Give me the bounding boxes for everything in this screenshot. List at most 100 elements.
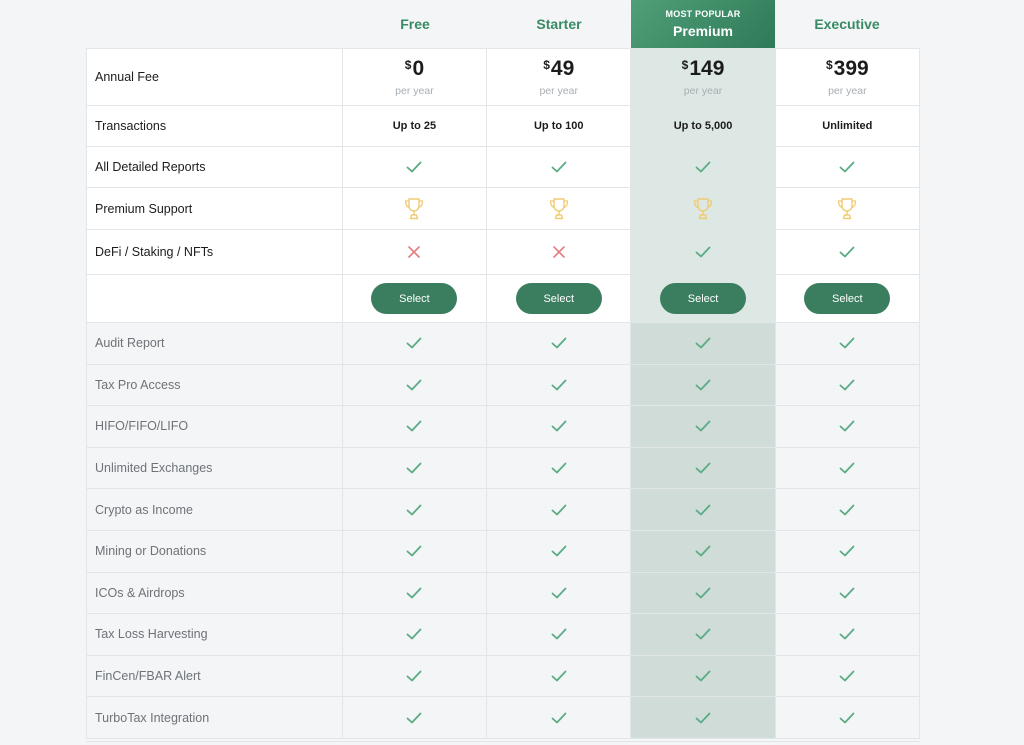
feature-cell [342,230,488,274]
check-icon [551,421,567,432]
feature-row: All Detailed Reports [86,147,920,188]
plan-name: Executive [814,16,880,32]
check-icon [551,629,567,640]
feature-label: Crypto as Income [86,489,343,530]
check-icon [407,712,422,724]
feature-cell [631,406,776,447]
feature-cell [342,697,488,738]
select-cell: Select [631,275,776,322]
feature-cell [342,323,488,364]
bottom-feature-rows: Audit Report Tax Pro Access HIFO/FIFO/LIFO… [86,323,920,739]
feature-cell [631,188,776,229]
cross-icon [552,246,565,258]
select-cell: Select [775,275,920,322]
pricing-table: Free Starter MOST POPULAR Premium Execut… [86,0,920,739]
feature-cell [342,447,488,489]
feature-label: Mining or Donations [86,530,343,572]
feature-cell [487,530,632,572]
feature-cell [775,364,920,406]
feature-cell [487,697,632,738]
check-icon [551,545,567,557]
check-icon [839,587,855,599]
check-icon [695,246,711,258]
feature-cell [487,323,632,364]
feature-row: Audit Report [86,323,920,365]
feature-row: Mining or Donations [86,530,920,573]
check-icon [407,462,422,474]
select-row: Select Select Select Select [86,275,920,323]
feature-label: Audit Report [86,323,343,364]
feature-cell [631,323,776,364]
check-icon [407,670,422,682]
check-icon [839,629,855,640]
feature-row: HIFO/FIFO/LIFO [86,406,920,448]
plan-header-executive: Executive [775,0,919,48]
check-icon [407,545,422,557]
currency-symbol: $ [404,57,412,72]
feature-cell [631,447,776,489]
check-icon [695,337,711,349]
price-cell-premium: $149 per year [631,49,776,105]
check-icon [695,421,711,432]
feature-cell [631,655,776,697]
feature-label: All Detailed Reports [86,147,343,187]
check-icon [695,504,711,516]
plan-name: Free [400,16,430,32]
check-icon [407,504,422,516]
select-executive-button[interactable]: Select [804,283,891,314]
feature-cell [342,655,488,697]
check-icon [407,161,422,173]
row-label: Transactions [86,106,343,146]
check-icon [695,587,711,599]
feature-cell [631,530,776,572]
feature-cell [775,230,920,274]
header-spacer [86,0,343,48]
feature-cell [342,364,488,406]
plan-header-starter: Starter [487,0,631,48]
price-period: per year [539,84,578,97]
currency-symbol: $ [681,57,689,72]
feature-cell [487,188,632,229]
check-icon [839,712,855,724]
row-label-empty [86,275,343,322]
feature-cell [775,655,920,697]
feature-cell [487,230,632,274]
feature-label: Tax Loss Harvesting [86,614,343,655]
trophy-icon [838,197,857,219]
select-starter-button[interactable]: Select [515,283,602,314]
feature-cell [775,147,920,187]
price-amount: 0 [412,56,425,80]
feature-row: Tax Pro Access [86,364,920,407]
feature-row: TurboTax Integration [86,697,920,739]
plan-header-premium: MOST POPULAR Premium [631,0,775,48]
select-cell: Select [487,275,632,322]
check-icon [551,670,567,682]
plan-header-free: Free [343,0,487,48]
feature-row: Crypto as Income [86,489,920,531]
trophy-icon [405,197,424,219]
feature-row: FinCen/FBAR Alert [86,655,920,698]
feature-label: ICOs & Airdrops [86,572,343,614]
feature-cell [487,447,632,489]
most-popular-badge: MOST POPULAR [665,9,741,19]
plan-header-row: Free Starter MOST POPULAR Premium Execut… [86,0,920,48]
transactions-value: Up to 5,000 [631,106,776,146]
select-free-button[interactable]: Select [371,283,458,314]
check-icon [551,504,567,516]
check-icon [407,629,422,640]
check-icon [695,462,711,474]
feature-cell [487,572,632,614]
feature-cell [487,364,632,406]
check-icon [407,421,422,432]
trophy-icon [693,197,713,219]
check-icon [551,379,567,391]
check-icon [695,161,711,173]
feature-cell [342,530,488,572]
select-premium-button[interactable]: Select [660,283,747,314]
feature-cell [631,147,776,187]
feature-label: Unlimited Exchanges [86,447,343,489]
feature-cell [775,188,920,229]
feature-cell [342,572,488,614]
check-icon [551,712,567,724]
transactions-value: Up to 25 [342,106,488,146]
